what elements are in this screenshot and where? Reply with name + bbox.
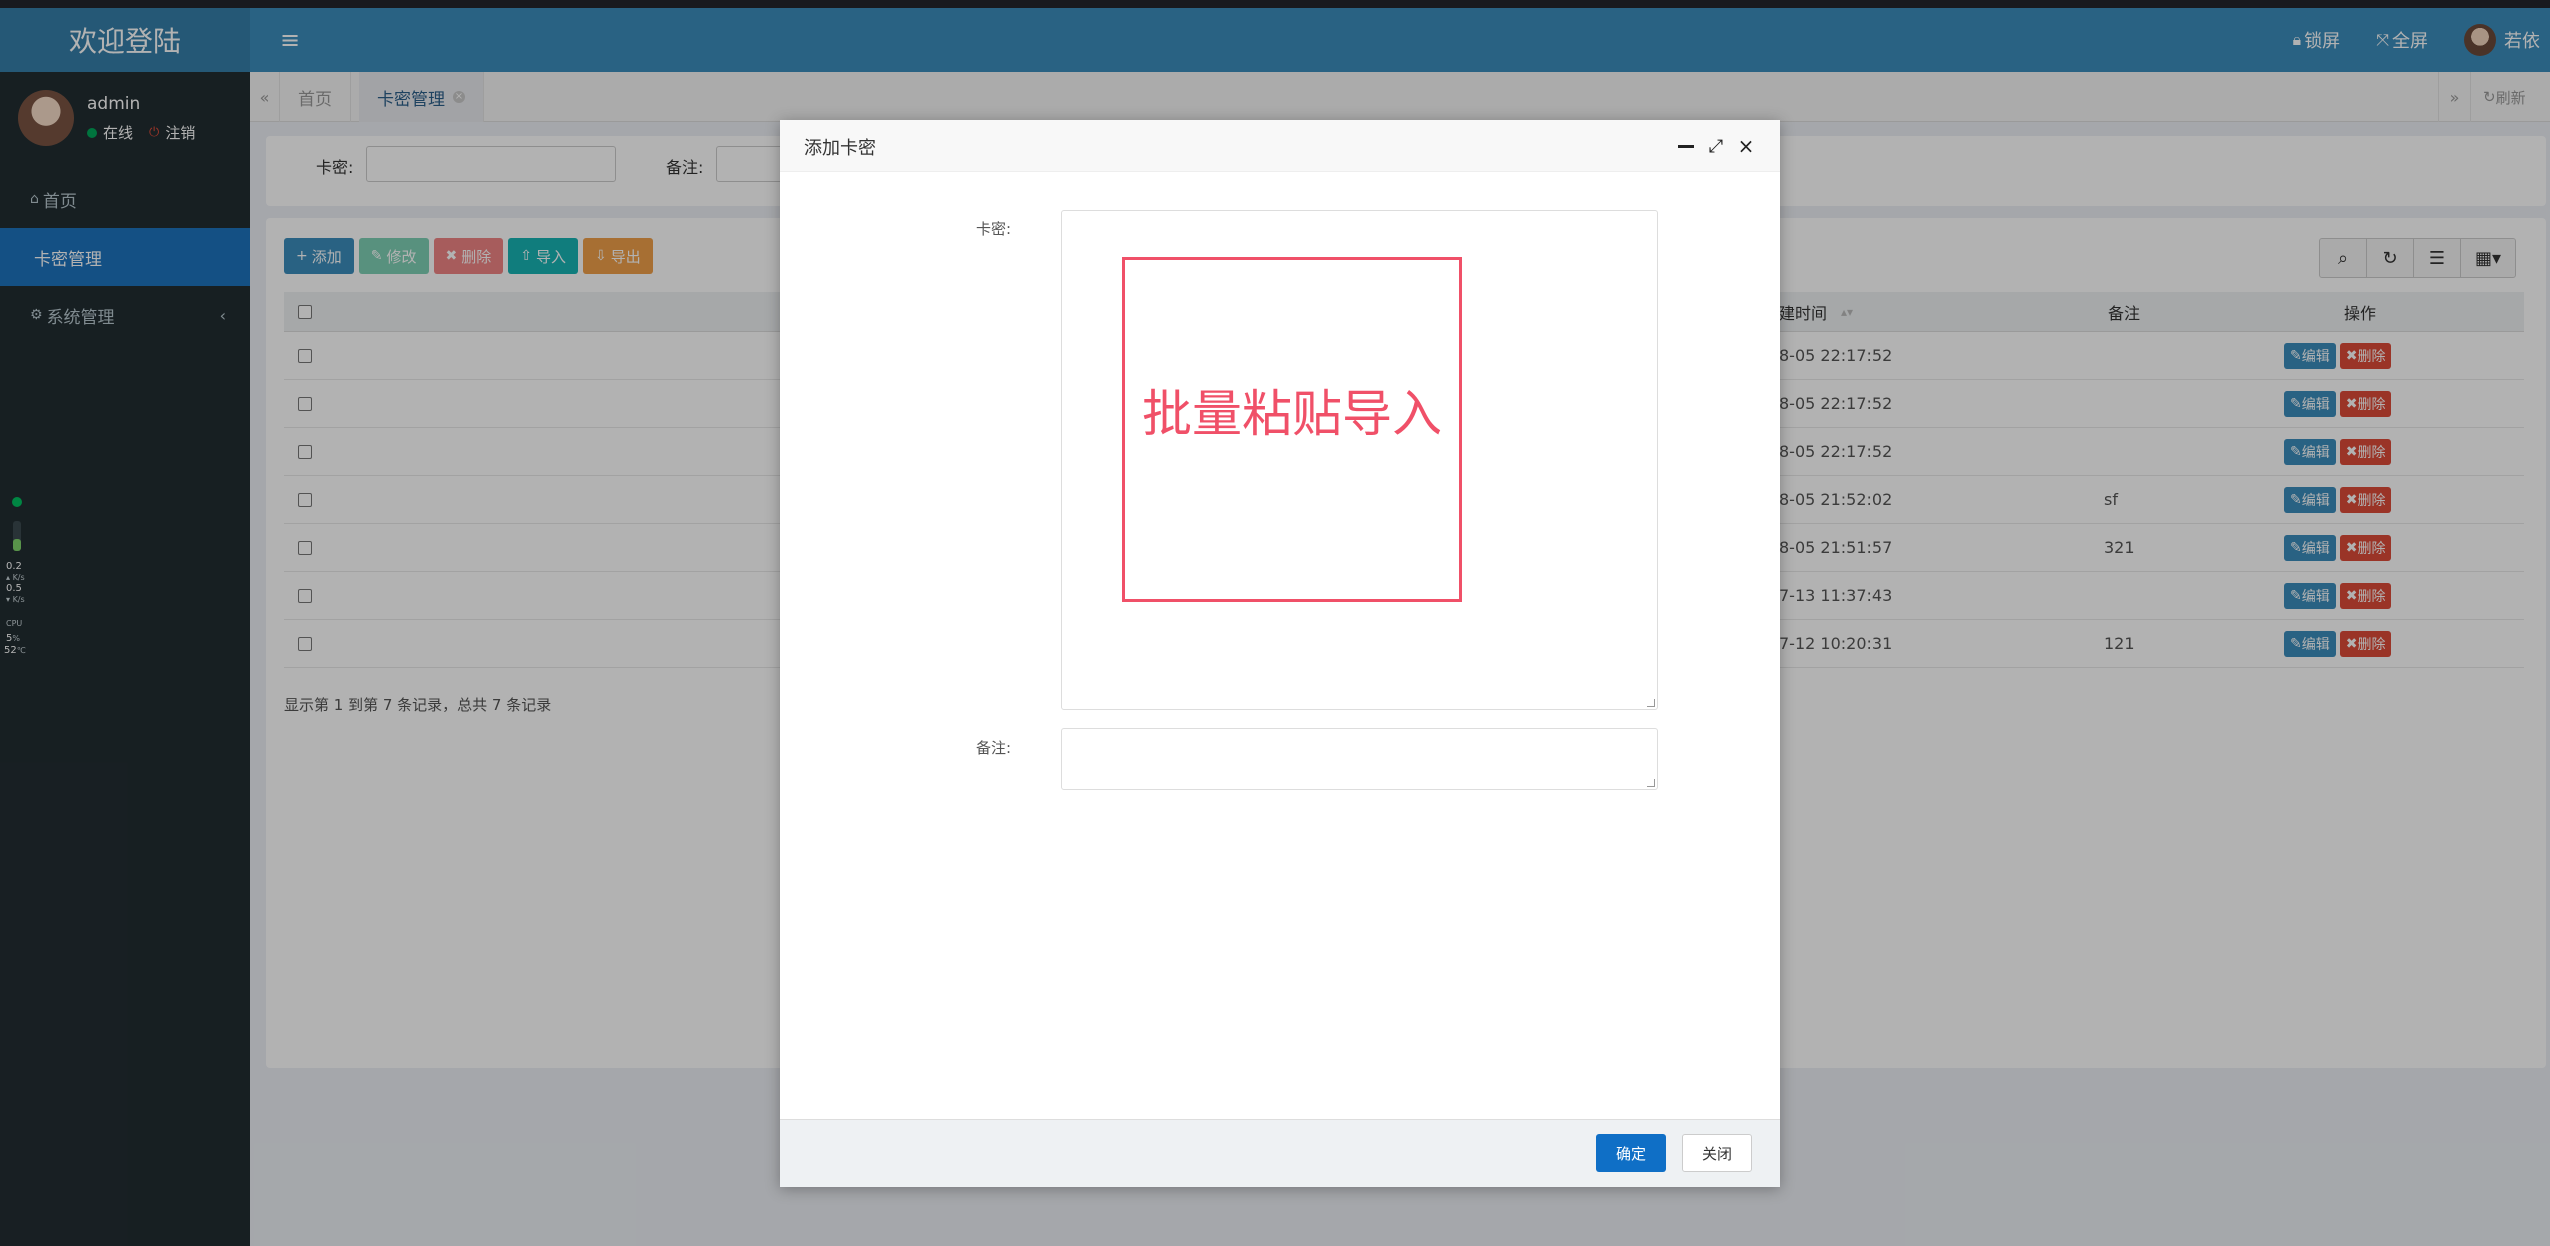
dialog-header: 添加卡密 ⤢ × — [780, 120, 1780, 172]
close-button[interactable]: 关闭 — [1682, 1134, 1752, 1172]
resize-handle-icon[interactable] — [1647, 779, 1655, 787]
resize-handle-icon[interactable] — [1647, 699, 1655, 707]
annotation-box: 批量粘贴导入 — [1122, 257, 1462, 602]
dialog-controls: ⤢ × — [1670, 132, 1760, 160]
maximize-icon[interactable]: ⤢ — [1702, 132, 1730, 160]
add-card-dialog: 添加卡密 ⤢ × 卡密: 批量粘贴导入 备注: 确定 关闭 — [780, 120, 1780, 1187]
annotation-text: 批量粘贴导入 — [1142, 384, 1442, 443]
note-textarea[interactable] — [1061, 728, 1658, 790]
note-field-label: 备注: — [976, 739, 1012, 757]
dialog-title: 添加卡密 — [804, 138, 876, 159]
close-icon[interactable]: × — [1732, 132, 1760, 160]
card-field-label: 卡密: — [976, 220, 1012, 238]
dialog-footer: 确定 关闭 — [780, 1119, 1780, 1187]
minimize-icon[interactable] — [1672, 132, 1700, 160]
confirm-button[interactable]: 确定 — [1596, 1134, 1666, 1172]
